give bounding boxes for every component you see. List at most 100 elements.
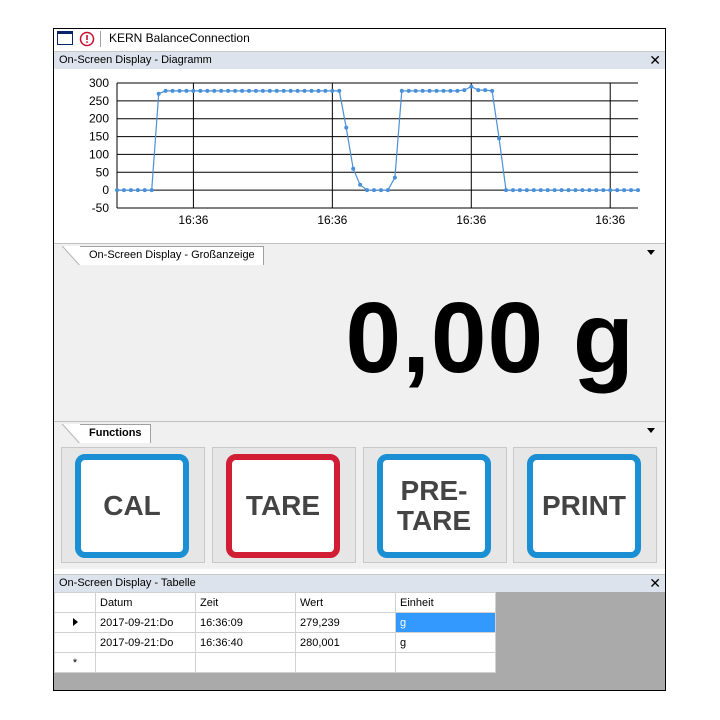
- tare-button[interactable]: TARE: [212, 447, 356, 563]
- data-point: [135, 188, 140, 193]
- data-point: [330, 88, 335, 93]
- cell-datum[interactable]: 2017-09-21:Do: [95, 612, 196, 633]
- data-point: [323, 88, 328, 93]
- big-display-dropdown-icon[interactable]: [647, 250, 655, 255]
- y-tick-label: 300: [89, 76, 109, 90]
- new-cell[interactable]: [195, 652, 296, 673]
- new-cell[interactable]: [395, 652, 496, 673]
- data-point: [406, 88, 411, 93]
- data-point: [240, 88, 245, 93]
- data-point: [170, 88, 175, 93]
- big-display-tabstrip: On-Screen Display - Großanzeige: [54, 243, 665, 266]
- pretare-button[interactable]: PRE- TARE: [363, 447, 507, 563]
- diagram-close-icon[interactable]: ✕: [649, 52, 661, 68]
- data-point: [420, 88, 425, 93]
- table-panel-title: On-Screen Display - Tabelle: [59, 577, 196, 589]
- column-header-datum[interactable]: Datum: [95, 592, 196, 613]
- cell-wert[interactable]: 279,239: [295, 612, 396, 633]
- x-tick-label: 16:36: [317, 213, 347, 227]
- column-header-zeit[interactable]: Zeit: [195, 592, 296, 613]
- data-point: [434, 88, 439, 93]
- data-point: [587, 188, 592, 193]
- weight-chart: 300 250 200 150 100 50 0 -50 16:36 16:36 16:36 16:3…: [89, 76, 640, 227]
- window-icon[interactable]: [57, 31, 73, 45]
- x-tick-label: 16:36: [178, 213, 208, 227]
- pretare-button-label: PRE- TARE: [396, 475, 472, 536]
- data-point: [566, 188, 571, 193]
- data-point: [212, 88, 217, 93]
- toolbar-separator: [100, 31, 101, 47]
- data-point: [413, 88, 418, 93]
- column-header-einheit[interactable]: Einheit: [395, 592, 496, 613]
- cell-wert[interactable]: 280,001: [295, 632, 396, 653]
- y-tick-label: 100: [89, 147, 109, 161]
- data-point: [462, 88, 467, 93]
- tab-big-display[interactable]: On-Screen Display - Großanzeige: [62, 246, 264, 266]
- data-point: [622, 188, 627, 193]
- tare-button-face: TARE: [226, 454, 340, 558]
- tab-functions[interactable]: Functions: [62, 424, 151, 444]
- data-point: [219, 88, 224, 93]
- weight-readout: 0,00 g: [345, 282, 635, 394]
- data-point: [559, 188, 564, 193]
- table-close-icon[interactable]: ✕: [649, 575, 661, 591]
- table-row[interactable]: 2017-09-21:Do 16:36:09 279,239 g: [54, 612, 496, 633]
- new-row[interactable]: *: [54, 652, 496, 673]
- data-point: [552, 188, 557, 193]
- data-point: [615, 188, 620, 193]
- cell-datum[interactable]: 2017-09-21:Do: [95, 632, 196, 653]
- cell-zeit[interactable]: 16:36:40: [195, 632, 296, 653]
- print-button[interactable]: PRINT: [513, 447, 657, 563]
- data-point: [545, 188, 550, 193]
- data-point: [274, 88, 279, 93]
- data-point: [517, 188, 522, 193]
- data-point: [469, 84, 474, 89]
- data-point: [365, 188, 370, 193]
- data-point: [455, 88, 460, 93]
- data-point: [385, 188, 390, 193]
- data-point: [427, 88, 432, 93]
- data-point: [184, 88, 189, 93]
- data-point: [288, 88, 293, 93]
- tab-big-display-label: On-Screen Display - Großanzeige: [89, 249, 255, 261]
- y-tick-label: 0: [102, 183, 109, 197]
- data-point: [358, 182, 363, 187]
- current-row-indicator[interactable]: [54, 612, 96, 633]
- table-area: Datum Zeit Wert Einheit 2017-09-21:Do 16…: [54, 592, 665, 690]
- cal-button-face: CAL: [75, 454, 189, 558]
- data-point: [351, 166, 356, 171]
- new-cell[interactable]: [95, 652, 196, 673]
- data-point: [490, 88, 495, 93]
- data-point: [344, 125, 349, 130]
- row-header-corner[interactable]: [54, 592, 96, 613]
- data-point: [163, 88, 168, 93]
- alert-icon[interactable]: [79, 31, 95, 47]
- new-cell[interactable]: [295, 652, 396, 673]
- data-point: [337, 88, 342, 93]
- data-point: [205, 88, 210, 93]
- data-point: [267, 88, 272, 93]
- new-row-marker: *: [54, 652, 96, 673]
- data-point: [629, 188, 634, 193]
- data-point: [531, 188, 536, 193]
- cell-einheit[interactable]: g: [395, 612, 496, 633]
- data-point: [309, 88, 314, 93]
- data-point: [580, 188, 585, 193]
- table-row[interactable]: 2017-09-21:Do 16:36:40 280,001 g: [54, 632, 496, 653]
- functions-panel: CAL TARE PRE- TARE PRINT: [54, 443, 665, 569]
- y-tick-label: 200: [89, 112, 109, 126]
- data-point: [608, 188, 613, 193]
- series-line: [117, 85, 638, 191]
- data-point: [115, 188, 119, 193]
- data-point: [573, 188, 578, 193]
- cal-button[interactable]: CAL: [61, 447, 205, 563]
- column-header-wert[interactable]: Wert: [295, 592, 396, 613]
- data-point: [246, 88, 251, 93]
- cell-zeit[interactable]: 16:36:09: [195, 612, 296, 633]
- functions-dropdown-icon[interactable]: [647, 428, 655, 433]
- row-header[interactable]: [54, 632, 96, 653]
- big-display-panel: 0,00 g: [54, 265, 665, 421]
- cell-einheit[interactable]: g: [395, 632, 496, 653]
- data-point: [448, 88, 453, 93]
- app-title: KERN BalanceConnection: [109, 31, 250, 45]
